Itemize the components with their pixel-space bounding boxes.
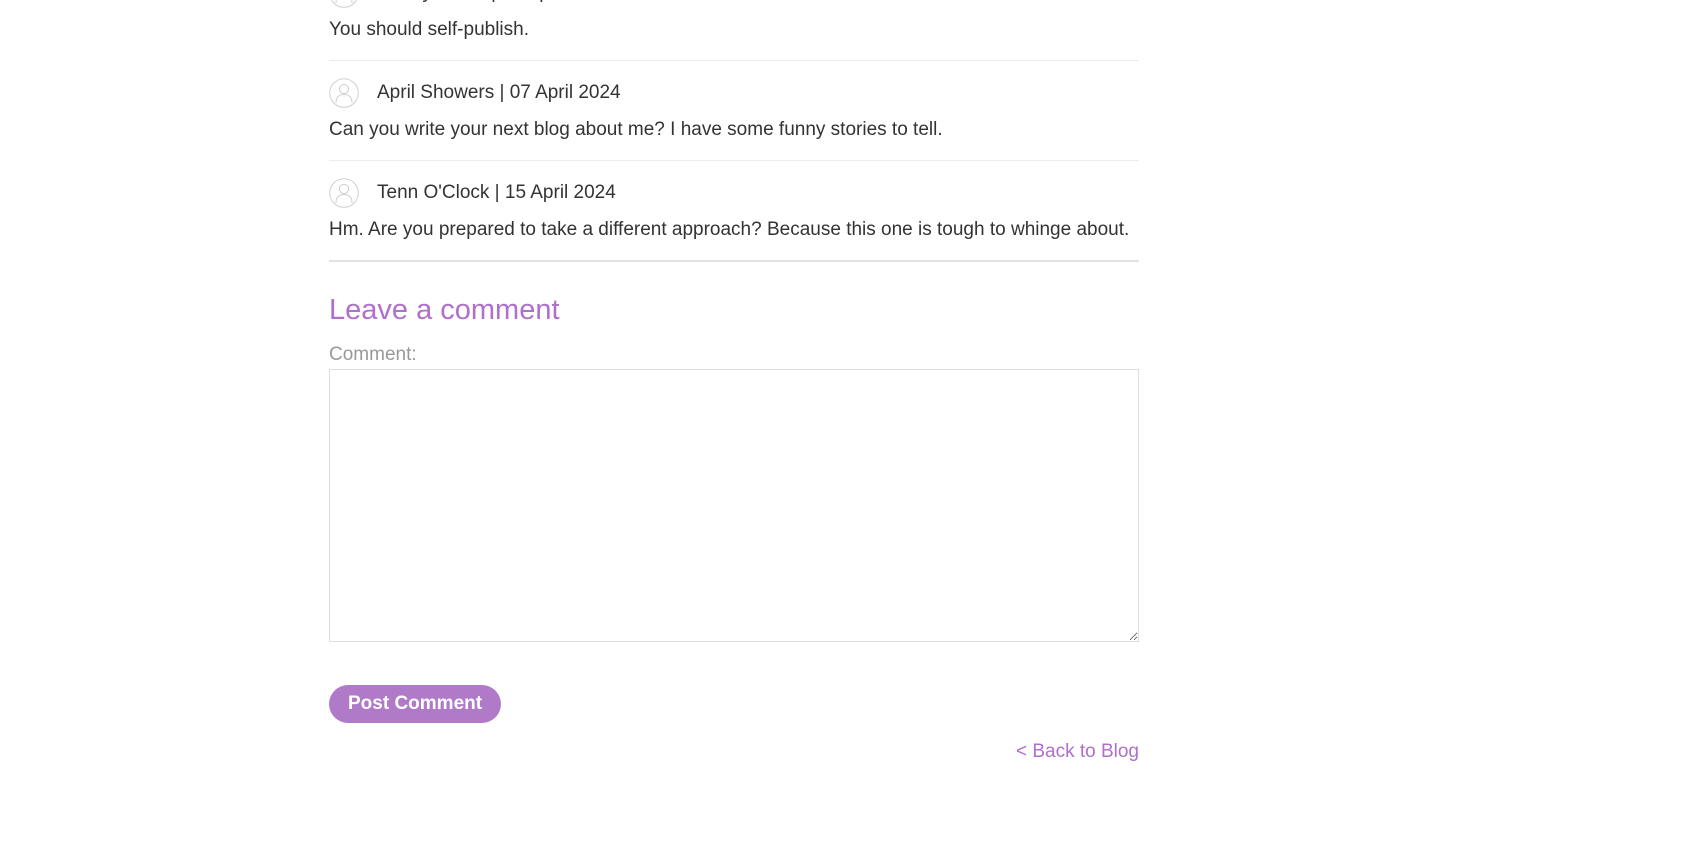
comment-text: Hm. Are you prepared to take a different… (329, 219, 1130, 240)
leave-comment-heading: Leave a comment (329, 294, 560, 326)
comment-header: Candy Parks | 04 April 2024 (329, 0, 1139, 8)
comment-item: April Showers | 07 April 2024 Can you wr… (329, 61, 1139, 161)
back-to-blog-link[interactable]: < Back to Blog (1016, 741, 1139, 762)
back-link-row: < Back to Blog (329, 741, 1139, 763)
comment-form: Leave a comment Comment: Post Comment (329, 292, 1139, 723)
user-avatar-icon (329, 178, 359, 208)
comment-item: Tenn O'Clock | 15 April 2024 Hm. Are you… (329, 161, 1139, 262)
comment-textarea[interactable] (329, 369, 1139, 642)
comment-item: Candy Parks | 04 April 2024 You should s… (329, 0, 1139, 61)
comment-author-date: April Showers | 07 April 2024 (377, 82, 621, 103)
comment-header: April Showers | 07 April 2024 (329, 78, 1139, 108)
comment-header: Tenn O'Clock | 15 April 2024 (329, 178, 1139, 208)
comment-label: Comment: (329, 344, 417, 365)
post-comment-button[interactable]: Post Comment (329, 685, 502, 723)
user-avatar-icon (329, 0, 359, 8)
comments-section: Candy Parks | 04 April 2024 You should s… (329, 0, 1139, 763)
comment-author-date: Candy Parks | 04 April 2024 (377, 0, 612, 8)
comment-text: You should self-publish. (329, 19, 529, 40)
comment-author-date: Tenn O'Clock | 15 April 2024 (377, 182, 616, 203)
comment-text: Can you write your next blog about me? I… (329, 119, 943, 140)
user-avatar-icon (329, 78, 359, 108)
